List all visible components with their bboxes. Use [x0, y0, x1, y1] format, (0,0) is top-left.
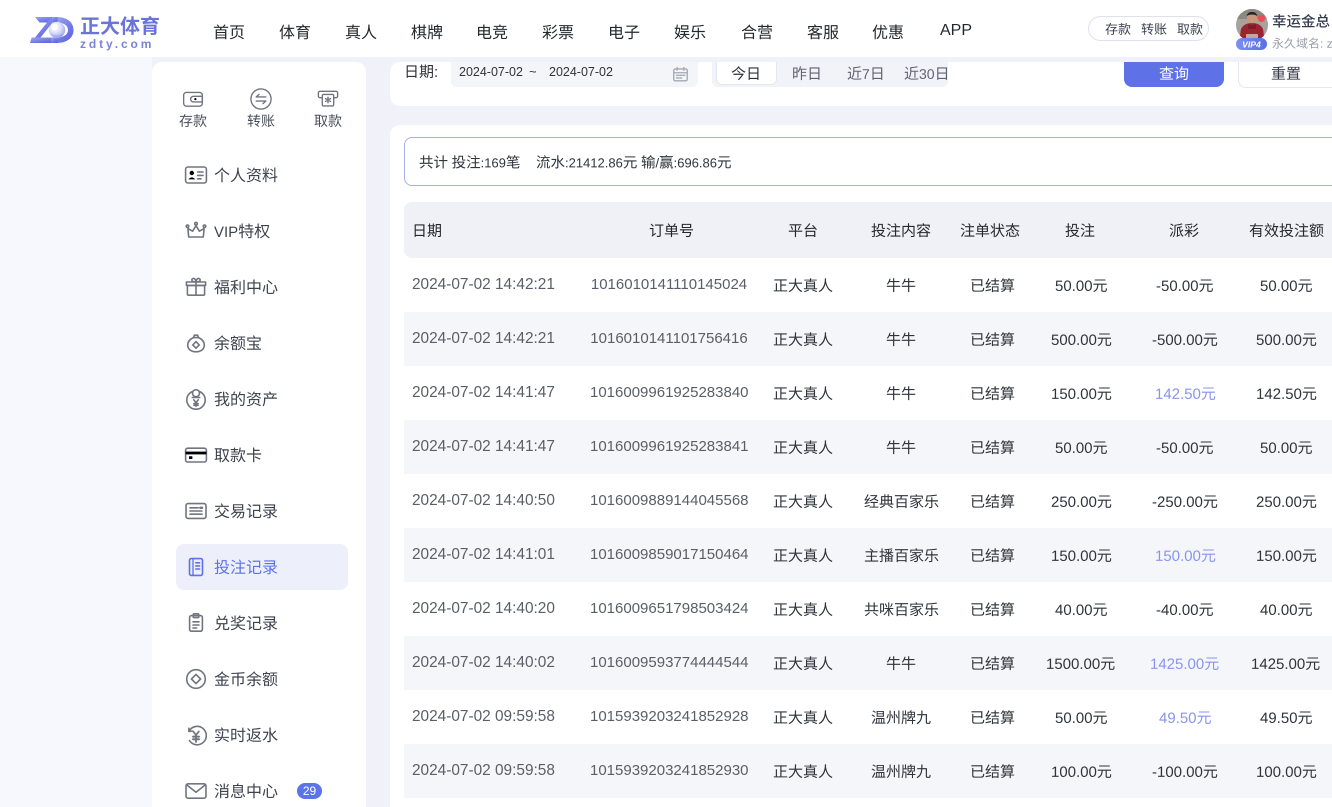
- svg-text:VIP4: VIP4: [1242, 39, 1261, 49]
